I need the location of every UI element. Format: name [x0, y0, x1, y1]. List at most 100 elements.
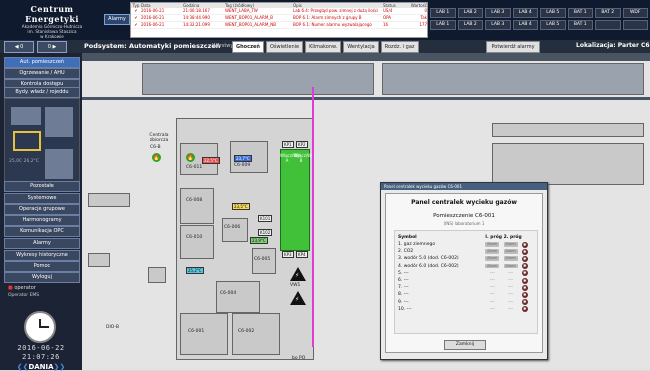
alarm-row[interactable]: ✔ 2016-06-21 14:38:44.990 WENT_BOP01_ALA…: [131, 15, 427, 22]
room-c6-006[interactable]: [222, 218, 248, 242]
module-button[interactable]: LAB 4: [512, 8, 538, 18]
sidebar-item-misc[interactable]: Bydy. władz / rojeddu: [4, 87, 80, 98]
device-tag[interactable]: KP4: [296, 251, 308, 258]
green-zone-label-b: Wlącz/Wył. B: [294, 153, 316, 163]
tab-layer[interactable]: Ghoczeń: [232, 41, 264, 53]
device-tag[interactable]: K102: [258, 229, 273, 236]
sidebar-item-history[interactable]: Wykresy historyczne: [4, 250, 80, 261]
page-next-button[interactable]: 0 ▶: [37, 41, 67, 53]
sensor-row: 4. wodór 6.0 (dod. C6-002) Alarm Alarm ✱: [398, 263, 532, 270]
gear-icon[interactable]: ✱: [521, 255, 528, 262]
module-button[interactable]: LAB 3: [485, 8, 511, 18]
module-button[interactable]: LAB 2: [457, 8, 483, 18]
warning-icon[interactable]: ⚡: [290, 267, 306, 281]
device-tag[interactable]: KP1: [282, 141, 294, 148]
module-button[interactable]: LAB 4: [512, 20, 538, 30]
device-tag[interactable]: K101: [258, 215, 273, 222]
thumb-block: [45, 107, 73, 137]
green-zone[interactable]: [280, 149, 310, 251]
sidebar-item-room-automation[interactable]: Aut. pomieszczeń: [4, 57, 80, 68]
room-c6-004[interactable]: [216, 281, 260, 313]
alarm-value: 177: [419, 22, 427, 27]
sidebar-item-logout[interactable]: Wyloguj: [4, 272, 80, 283]
module-button[interactable]: BAT 2: [595, 8, 621, 18]
room-c6-010[interactable]: [180, 225, 214, 259]
alarms-button[interactable]: Alarmy: [104, 14, 130, 25]
device-tag[interactable]: KP3: [282, 251, 294, 258]
gear-icon[interactable]: ✱: [521, 299, 528, 306]
flame-icon[interactable]: 🔥: [152, 153, 161, 162]
flame-icon[interactable]: 🔥: [186, 153, 195, 162]
gear-icon[interactable]: ✱: [521, 284, 528, 291]
sensor-label: 5. ---: [398, 270, 409, 276]
col-symbol: Symbol: [398, 235, 417, 240]
sidebar-item-other[interactable]: Pozostałe: [4, 181, 80, 192]
sensor-label: 4. wodór 6.0 (dod. C6-002): [398, 263, 459, 269]
threshold-2-status: ---: [508, 270, 513, 276]
gear-icon[interactable]: ✱: [521, 291, 528, 298]
alarm-table[interactable]: Typ Data Godzina Tag (źródłowy) Opis Sta…: [130, 2, 428, 38]
module-button[interactable]: [595, 20, 621, 30]
page-prev-button[interactable]: ◀ 0: [4, 41, 34, 53]
alarm-desc: Lab 6.4: Przegląd pow. zimnej z dużą ilo…: [293, 8, 379, 13]
module-button[interactable]: LAB 5: [540, 20, 566, 30]
threshold-1-status: Alarm: [485, 249, 500, 254]
temp-tag[interactable]: 23,7°C: [234, 155, 252, 162]
alarm-row[interactable]: ✔ 2016-06-21 14:32:21.099 WENT_BOP01_ALA…: [131, 22, 427, 29]
location-label: Lokalizacja: Parter C6: [576, 42, 650, 49]
alarm-value: 0: [424, 8, 427, 13]
sidebar-item-system[interactable]: Systemowe: [4, 193, 80, 204]
room-label: C6-004: [220, 291, 237, 296]
floor-plan[interactable]: Wlącz/Wył. A Wlącz/Wył. B C6-008 C6-010 …: [82, 53, 650, 370]
device-tag[interactable]: KP2: [296, 141, 308, 148]
temp-tag[interactable]: 23,9°C: [250, 237, 268, 244]
room-c6-001[interactable]: [180, 313, 228, 355]
central-label: Centrala zbiorcza: [149, 133, 169, 143]
sidebar-item-opc[interactable]: Komunikacja OPC: [4, 226, 80, 237]
module-button[interactable]: BAT 1: [567, 8, 593, 18]
gear-icon[interactable]: ✱: [521, 270, 528, 277]
gear-icon[interactable]: ✱: [521, 306, 528, 313]
sidebar-item-group-ops[interactable]: Operacje grupowe: [4, 204, 80, 215]
tab-layer[interactable]: Wentylacja: [343, 41, 379, 53]
alarm-row[interactable]: ✔ 2016-06-21 21:06:18.167 WENT_LABA_TW L…: [131, 8, 427, 15]
room-label: C6-001: [188, 329, 205, 334]
warning-icon[interactable]: ⚡: [290, 291, 306, 305]
alarm-desc: BOP 6.1: Numer alarmu wyzwalającego: [293, 22, 372, 27]
room-c6-002[interactable]: [232, 313, 280, 355]
sensor-row: 7. --- --- --- ✱: [398, 284, 532, 291]
module-button[interactable]: [622, 20, 648, 30]
dialog-title: Panel centralek wycieku gazów: [411, 199, 517, 206]
sensor-label: 7. ---: [398, 285, 409, 291]
acknowledge-alarms-button[interactable]: Potwierdź alarmy: [486, 41, 540, 53]
dialog-titlebar[interactable]: Panel centralek wycieku gazów C6-001: [381, 183, 547, 190]
sidebar-item-schedules[interactable]: Harmonogramy: [4, 215, 80, 226]
sidebar-item-heating[interactable]: Ogrzewanie / AHU: [4, 68, 80, 79]
sidebar-item-help[interactable]: Pomoc: [4, 261, 80, 272]
gear-icon[interactable]: ✱: [521, 277, 528, 284]
gear-icon[interactable]: ✱: [521, 248, 528, 255]
temp-tag[interactable]: 25,2°C: [186, 267, 204, 274]
temp-tag[interactable]: 23,5°C: [232, 203, 250, 210]
tab-layer[interactable]: Oświetlenie: [265, 41, 304, 53]
threshold-2-status: Alarm: [503, 263, 518, 269]
module-button[interactable]: WDF: [622, 8, 648, 18]
sensor-row: 1. gaz ziemnego Alarm Alarm ✱: [398, 241, 532, 248]
gear-icon[interactable]: ✱: [521, 241, 528, 248]
module-button[interactable]: LAB 1: [430, 20, 456, 30]
tab-layer[interactable]: Klimakonw.: [305, 41, 342, 53]
floor-thumbnail[interactable]: 25,0C 26,2°C 25,0C 26,2°C: [4, 98, 80, 204]
module-button[interactable]: LAB 1: [430, 8, 456, 18]
sidebar-item-alarms[interactable]: Alarmy: [4, 238, 80, 249]
temp-tag[interactable]: 22,5°C: [202, 157, 220, 164]
current-date: 2016-06-22: [17, 344, 65, 352]
gear-icon[interactable]: ✱: [521, 263, 528, 270]
operator-flag: ■ operator: [8, 285, 36, 291]
module-button[interactable]: LAB 3: [485, 20, 511, 30]
module-button[interactable]: LAB 5: [540, 8, 566, 18]
room-c6-008[interactable]: [180, 188, 214, 224]
module-button[interactable]: LAB 2: [457, 20, 483, 30]
module-button[interactable]: BAT 1: [567, 20, 593, 30]
close-button[interactable]: Zamknij: [444, 340, 486, 350]
tab-layer[interactable]: Rozdz. i gaz: [380, 41, 419, 53]
